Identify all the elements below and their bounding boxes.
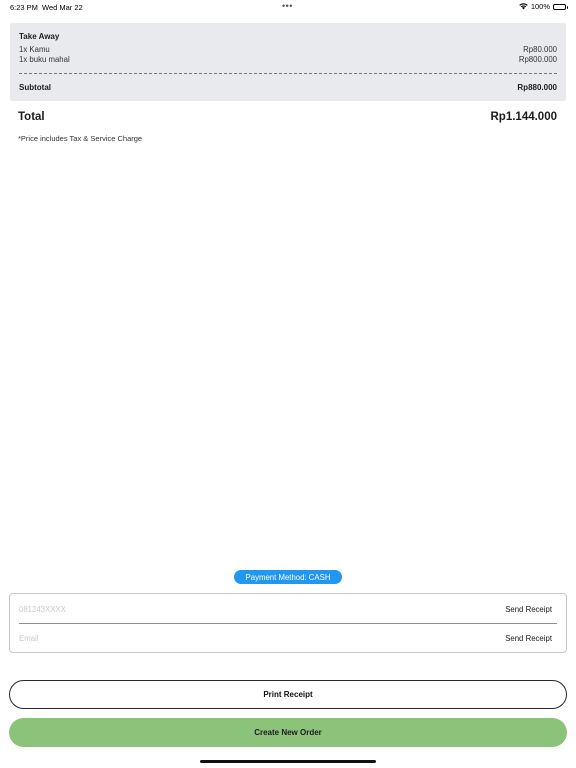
subtotal-label: Subtotal — [19, 83, 51, 92]
multitasking-dots[interactable]: ••• — [282, 1, 293, 11]
wifi-icon — [519, 3, 528, 10]
phone-row: Send Receipt — [10, 595, 566, 624]
print-receipt-button[interactable]: Print Receipt — [9, 680, 567, 709]
send-receipt-form: Send Receipt Send Receipt — [9, 593, 567, 653]
dashed-divider — [19, 73, 557, 74]
total-row: Total Rp1.144.000 — [18, 111, 557, 123]
tax-note: *Price includes Tax & Service Charge — [18, 134, 143, 143]
status-bar: 6:23 PM Wed Mar 22 ••• 100% — [0, 0, 576, 14]
subtotal-value: Rp880.000 — [517, 83, 557, 92]
item-name: 1x Kamu — [19, 45, 50, 54]
status-right: 100% — [519, 2, 568, 11]
order-type: Take Away — [19, 32, 60, 41]
create-new-order-button[interactable]: Create New Order — [9, 718, 567, 747]
total-label: Total — [18, 111, 45, 123]
status-date: Wed Mar 22 — [42, 3, 83, 12]
item-price: Rp80.000 — [523, 45, 557, 54]
total-value: Rp1.144.000 — [490, 111, 558, 123]
phone-input[interactable] — [19, 605, 506, 614]
send-receipt-email-button[interactable]: Send Receipt — [505, 634, 552, 643]
item-price: Rp800.000 — [518, 55, 557, 64]
payment-method-badge: Payment Method: CASH — [234, 570, 342, 584]
send-receipt-phone-button[interactable]: Send Receipt — [505, 605, 552, 614]
order-item: 1x buku mahal Rp800.000 — [19, 55, 557, 64]
battery-icon — [553, 3, 568, 10]
item-name: 1x buku mahal — [19, 55, 70, 64]
email-row: Send Receipt — [10, 624, 566, 653]
email-input[interactable] — [19, 634, 506, 643]
subtotal-row: Subtotal Rp880.000 — [19, 83, 557, 92]
order-summary-card: Take Away 1x Kamu Rp80.000 1x buku mahal… — [10, 23, 566, 101]
battery-percent: 100% — [530, 2, 550, 11]
status-time: 6:23 PM — [10, 3, 38, 12]
home-indicator[interactable] — [200, 760, 376, 763]
order-item: 1x Kamu Rp80.000 — [19, 45, 557, 54]
